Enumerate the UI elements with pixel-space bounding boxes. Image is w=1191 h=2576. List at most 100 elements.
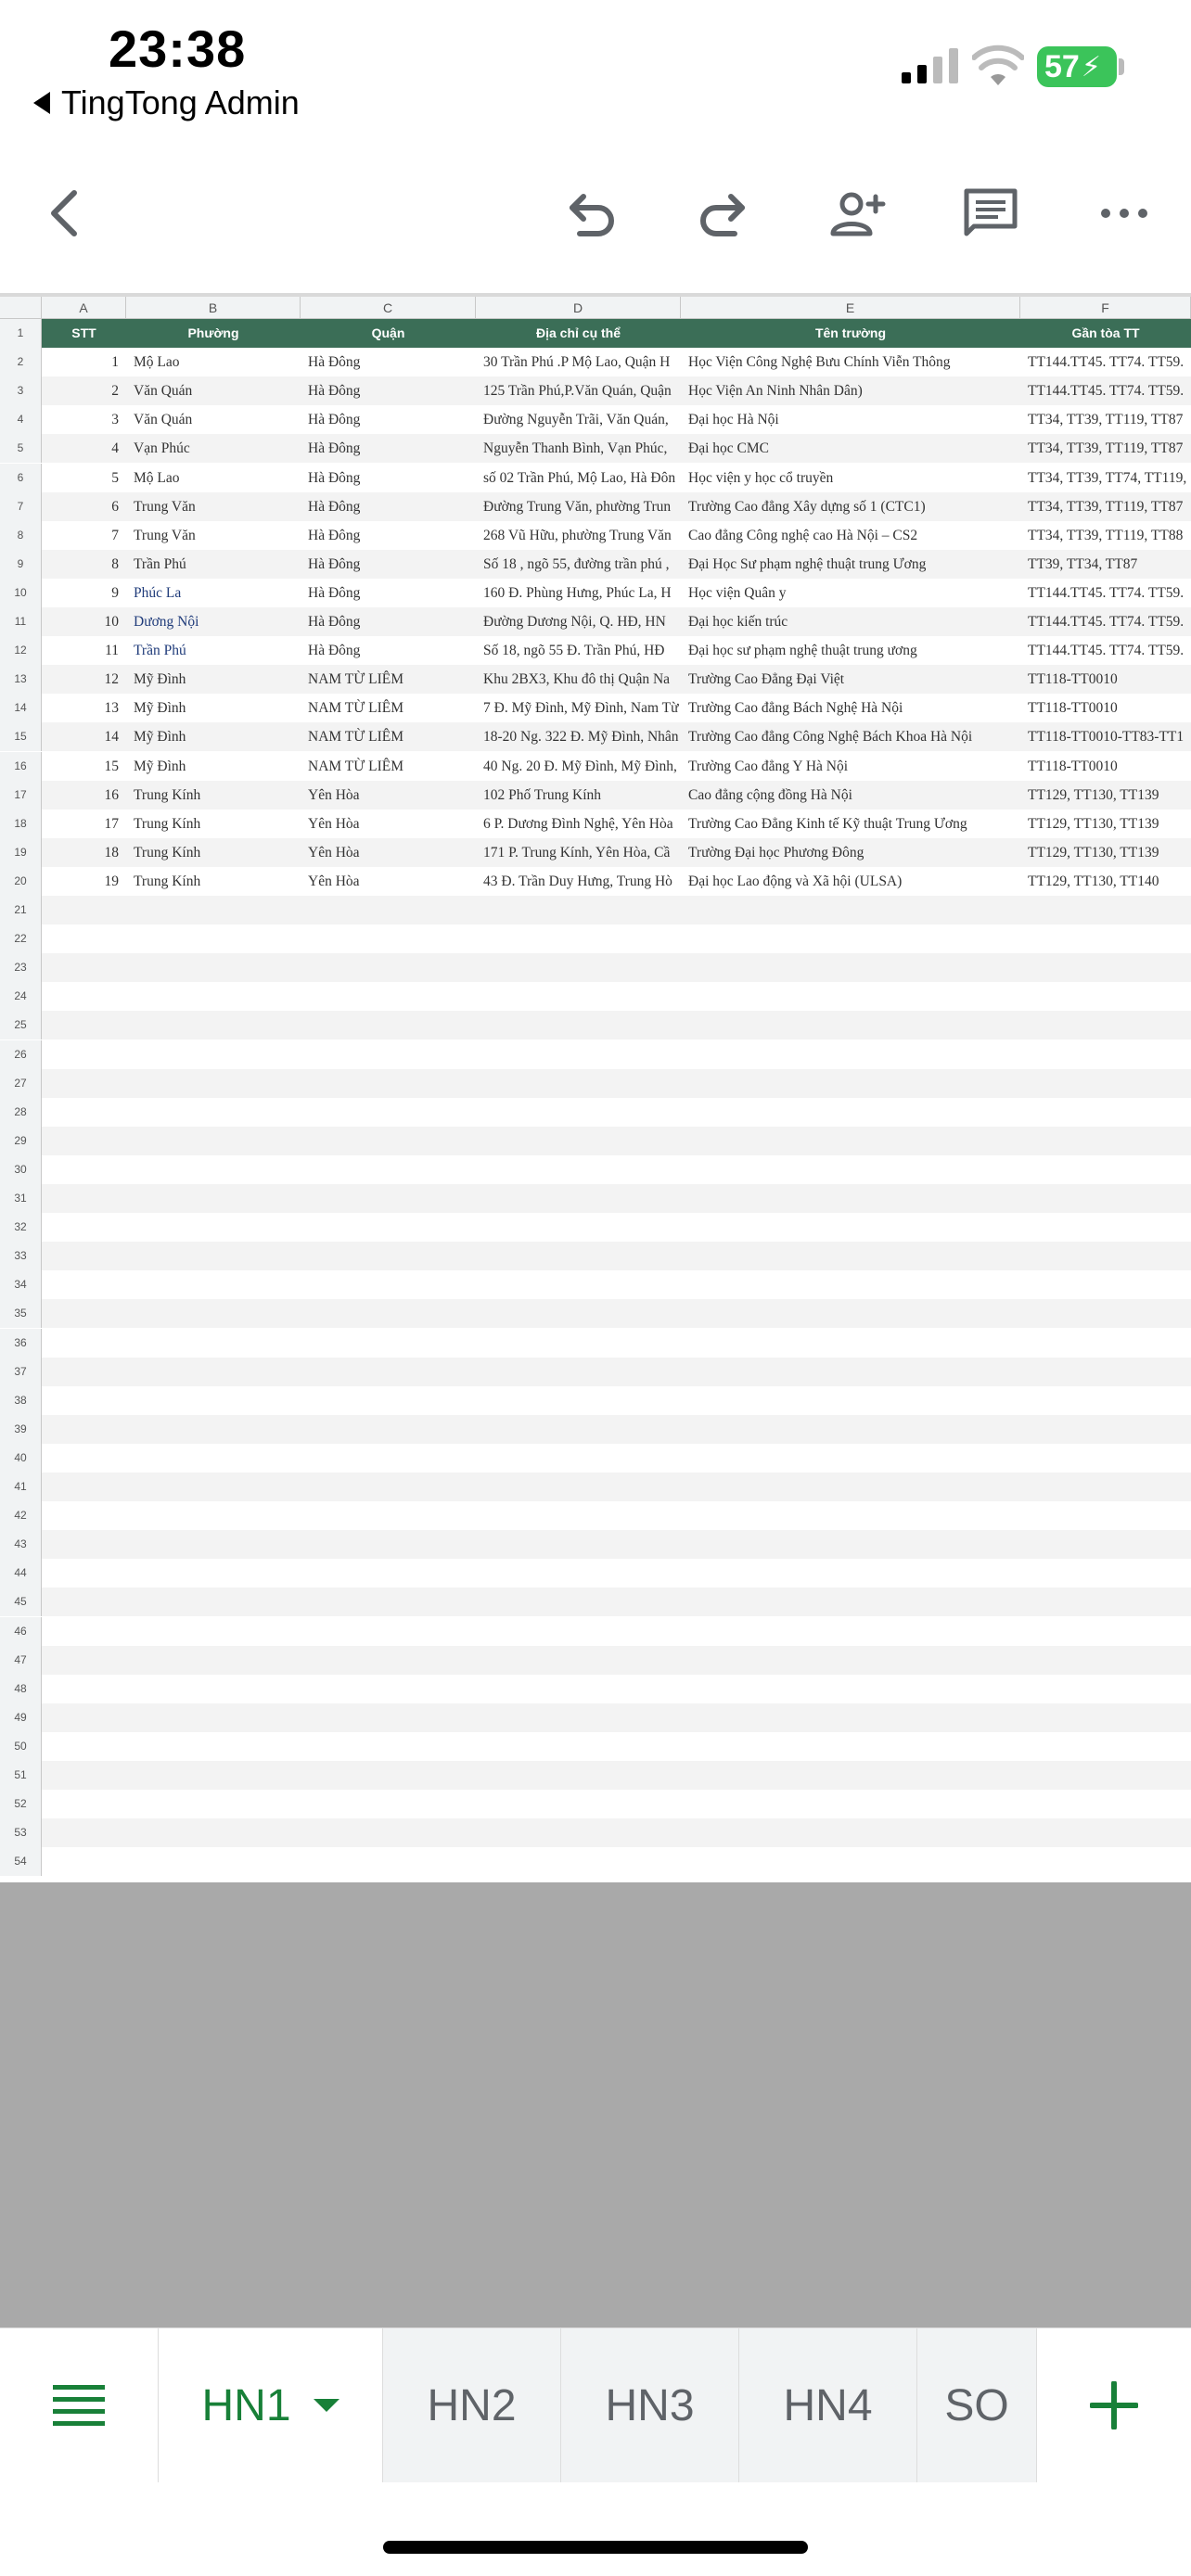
- table-cell[interactable]: [1020, 1213, 1191, 1242]
- table-cell[interactable]: Hà Đông: [301, 464, 476, 492]
- table-cell[interactable]: [681, 1098, 1020, 1127]
- row-header[interactable]: 39: [0, 1414, 42, 1444]
- table-cell[interactable]: [126, 1761, 301, 1790]
- table-cell[interactable]: [681, 953, 1020, 982]
- table-cell[interactable]: NAM TỪ LIÊM: [301, 694, 476, 722]
- table-cell[interactable]: [301, 1155, 476, 1184]
- tab-hn3[interactable]: HN3: [560, 2328, 738, 2482]
- table-cell[interactable]: [126, 1155, 301, 1184]
- table-cell[interactable]: 15: [42, 752, 126, 781]
- row-header[interactable]: 43: [0, 1530, 42, 1560]
- table-cell[interactable]: Yên Hòa: [301, 810, 476, 838]
- sheet-list-button[interactable]: [0, 2328, 158, 2482]
- table-cell[interactable]: Cao đẳng Công nghệ cao Hà Nội – CS2: [681, 521, 1020, 550]
- table-cell[interactable]: [1020, 1559, 1191, 1588]
- row-header[interactable]: 40: [0, 1443, 42, 1473]
- table-cell[interactable]: [681, 1329, 1020, 1358]
- table-cell[interactable]: [126, 1386, 301, 1415]
- table-cell[interactable]: [301, 1011, 476, 1039]
- table-cell[interactable]: [301, 1098, 476, 1127]
- table-cell[interactable]: [681, 1184, 1020, 1213]
- table-cell[interactable]: [681, 1790, 1020, 1818]
- table-cell[interactable]: [476, 982, 681, 1011]
- table-cell[interactable]: [681, 1703, 1020, 1732]
- table-cell[interactable]: [42, 1588, 126, 1616]
- table-cell[interactable]: [681, 1299, 1020, 1328]
- row-header[interactable]: 10: [0, 578, 42, 607]
- table-cell[interactable]: [476, 1155, 681, 1184]
- row-header[interactable]: 49: [0, 1702, 42, 1732]
- table-cell[interactable]: NAM TỪ LIÊM: [301, 665, 476, 694]
- table-cell[interactable]: Văn Quán: [126, 376, 301, 405]
- table-cell[interactable]: NAM TỪ LIÊM: [301, 722, 476, 751]
- row-header[interactable]: 12: [0, 636, 42, 666]
- row-header[interactable]: 48: [0, 1674, 42, 1703]
- table-cell[interactable]: [476, 1098, 681, 1127]
- table-cell[interactable]: TT118-TT0010-TT83-TT1: [1020, 722, 1191, 751]
- row-header[interactable]: 31: [0, 1184, 42, 1214]
- table-cell[interactable]: Yên Hòa: [301, 867, 476, 896]
- table-cell[interactable]: [681, 982, 1020, 1011]
- table-cell[interactable]: [126, 1847, 301, 1876]
- table-cell[interactable]: [126, 1213, 301, 1242]
- table-cell[interactable]: Trường Cao đẳng Xây dựng số 1 (CTC1): [681, 492, 1020, 521]
- table-cell[interactable]: [681, 1473, 1020, 1501]
- table-cell[interactable]: [1020, 896, 1191, 925]
- table-cell[interactable]: Đại học CMC: [681, 434, 1020, 463]
- table-cell[interactable]: [42, 1242, 126, 1270]
- table-cell[interactable]: Trung Kính: [126, 781, 301, 810]
- row-header[interactable]: 21: [0, 896, 42, 925]
- table-cell[interactable]: [42, 1530, 126, 1559]
- table-cell[interactable]: TT129, TT130, TT139: [1020, 810, 1191, 838]
- table-cell[interactable]: [301, 982, 476, 1011]
- table-cell[interactable]: [42, 982, 126, 1011]
- table-cell[interactable]: 6 P. Dương Đình Nghệ, Yên Hòa: [476, 810, 681, 838]
- table-cell[interactable]: Mỹ Đình: [126, 752, 301, 781]
- table-cell[interactable]: [681, 1646, 1020, 1675]
- table-cell[interactable]: [681, 1501, 1020, 1530]
- row-header[interactable]: 11: [0, 607, 42, 637]
- row-header[interactable]: 35: [0, 1299, 42, 1329]
- table-cell[interactable]: [126, 1270, 301, 1299]
- table-cell[interactable]: [476, 1530, 681, 1559]
- row-header[interactable]: 9: [0, 549, 42, 579]
- table-cell[interactable]: [301, 1358, 476, 1386]
- row-header[interactable]: 13: [0, 665, 42, 695]
- table-cell[interactable]: 8: [42, 550, 126, 579]
- row-header[interactable]: 38: [0, 1385, 42, 1415]
- table-cell[interactable]: [681, 1675, 1020, 1703]
- table-cell[interactable]: [1020, 1155, 1191, 1184]
- table-cell[interactable]: 40 Ng. 20 Đ. Mỹ Đình, Mỹ Đình, N: [476, 752, 681, 781]
- table-cell[interactable]: [1020, 1184, 1191, 1213]
- table-cell[interactable]: [681, 1617, 1020, 1646]
- table-cell[interactable]: [301, 1790, 476, 1818]
- table-cell[interactable]: [42, 1703, 126, 1732]
- table-cell[interactable]: [126, 1069, 301, 1098]
- table-cell[interactable]: Trung Kính: [126, 838, 301, 867]
- table-cell[interactable]: Mộ Lao: [126, 348, 301, 376]
- row-header[interactable]: 29: [0, 1126, 42, 1155]
- table-cell[interactable]: [301, 1473, 476, 1501]
- table-cell[interactable]: [126, 1501, 301, 1530]
- table-cell[interactable]: TT118-TT0010: [1020, 752, 1191, 781]
- table-cell[interactable]: [476, 1415, 681, 1444]
- table-cell[interactable]: [42, 1358, 126, 1386]
- table-cell[interactable]: Văn Quán: [126, 405, 301, 434]
- table-cell[interactable]: 10: [42, 607, 126, 636]
- table-cell[interactable]: [42, 1790, 126, 1818]
- table-cell[interactable]: [301, 1501, 476, 1530]
- column-header-a[interactable]: A: [42, 297, 126, 319]
- table-cell[interactable]: [1020, 1530, 1191, 1559]
- back-to-app[interactable]: TingTong Admin: [33, 83, 300, 122]
- table-cell[interactable]: 12: [42, 665, 126, 694]
- table-cell[interactable]: [301, 1703, 476, 1732]
- table-cell[interactable]: [1020, 1646, 1191, 1675]
- table-cell[interactable]: [1020, 1847, 1191, 1876]
- table-cell[interactable]: [126, 1530, 301, 1559]
- row-header[interactable]: 7: [0, 491, 42, 521]
- table-cell[interactable]: Học Viện An Ninh Nhân Dân): [681, 376, 1020, 405]
- table-cell[interactable]: [126, 1790, 301, 1818]
- row-header[interactable]: 22: [0, 925, 42, 954]
- table-cell[interactable]: Phúc La: [126, 579, 301, 607]
- row-header[interactable]: 1: [0, 319, 42, 349]
